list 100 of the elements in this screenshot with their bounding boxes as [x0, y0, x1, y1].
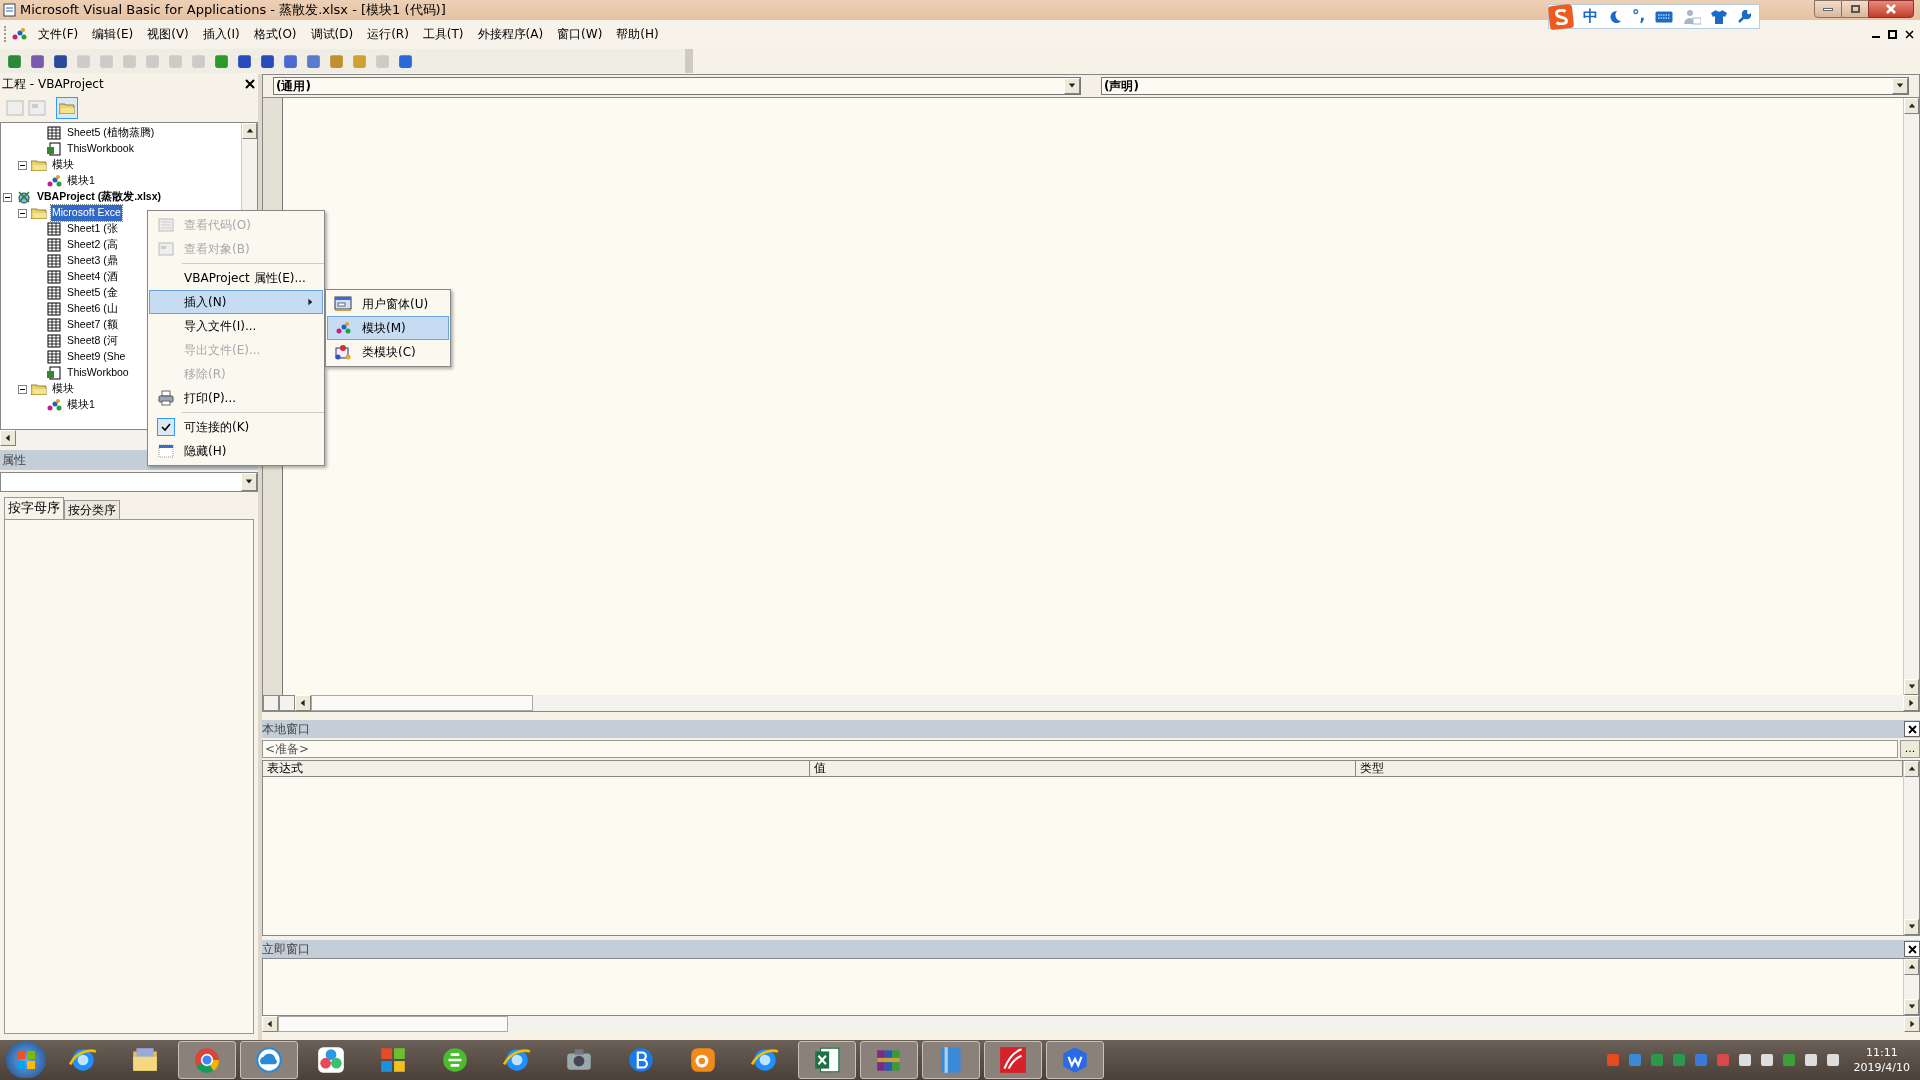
menu-item[interactable]: 隐藏(H): [149, 439, 323, 463]
scroll-thumb[interactable]: [278, 1016, 508, 1032]
tab[interactable]: 按分类序: [64, 500, 120, 519]
tree-item[interactable]: Sheet7 (额: [66, 317, 119, 333]
procedure-combo[interactable]: (声明): [1101, 77, 1909, 95]
moon-icon[interactable]: [1608, 9, 1622, 24]
scroll-up-button[interactable]: [242, 123, 257, 139]
menu-item[interactable]: 调试(D): [303, 25, 361, 43]
toolbar-button-icon[interactable]: [397, 52, 414, 70]
close-button[interactable]: [1904, 721, 1920, 737]
close-button[interactable]: [1904, 941, 1920, 957]
taskbar-app-button[interactable]: [1046, 1041, 1104, 1079]
scroll-up-button[interactable]: [1904, 959, 1919, 975]
wrench-icon[interactable]: [1737, 9, 1752, 24]
menu-item[interactable]: 用户窗体(U): [327, 292, 449, 316]
toolbar-button-icon[interactable]: [6, 52, 23, 70]
tray-icon[interactable]: [1781, 1053, 1796, 1067]
tree-item[interactable]: ThisWorkbook: [66, 141, 135, 157]
column-header[interactable]: 表达式: [263, 761, 810, 777]
tree-item[interactable]: Sheet1 (张: [66, 221, 119, 237]
scroll-down-button[interactable]: [1904, 679, 1919, 695]
menu-item[interactable]: 打印(P)...: [149, 386, 323, 410]
vertical-scrollbar[interactable]: [1903, 761, 1919, 935]
taskbar-app-button[interactable]: [860, 1041, 918, 1079]
restore-button[interactable]: [1888, 29, 1897, 39]
scroll-down-button[interactable]: [1904, 999, 1919, 1015]
menu-item[interactable]: 可连接的(K): [149, 415, 323, 439]
clock-date[interactable]: 2019/4/10: [1853, 1060, 1910, 1075]
tree-item[interactable]: Sheet3 (鼎: [66, 253, 119, 269]
collapse-toggle[interactable]: [18, 208, 27, 218]
collapse-toggle[interactable]: [18, 384, 27, 394]
shirt-icon[interactable]: [1711, 9, 1728, 24]
tree-item[interactable]: Sheet5 (植物蒸腾): [66, 125, 156, 141]
menu-item[interactable]: VBAProject 属性(E)...: [149, 266, 323, 290]
scroll-thumb[interactable]: [311, 695, 533, 711]
dropdown-button[interactable]: [1892, 78, 1908, 94]
tray-icon[interactable]: [1825, 1053, 1840, 1067]
scroll-right-button[interactable]: [1904, 1016, 1920, 1032]
collapse-toggle[interactable]: [18, 160, 27, 170]
procedure-view-icon[interactable]: [263, 695, 279, 711]
ime-mode-button[interactable]: °,: [1632, 5, 1646, 28]
scroll-up-button[interactable]: [1904, 98, 1919, 114]
keyboard-icon[interactable]: [1655, 10, 1674, 23]
toolbar-button-icon[interactable]: [29, 52, 46, 70]
dropdown-button[interactable]: [241, 473, 257, 491]
tray-icon[interactable]: [1759, 1053, 1774, 1067]
tree-item[interactable]: Sheet9 (She: [66, 349, 127, 365]
tree-item[interactable]: Sheet2 (高: [66, 237, 119, 253]
menu-item[interactable]: 格式(O): [246, 25, 304, 43]
vertical-scrollbar[interactable]: [1903, 959, 1919, 1015]
scroll-left-button[interactable]: [0, 430, 16, 446]
menu-item[interactable]: 工具(T): [415, 25, 471, 43]
tray-icon[interactable]: [1803, 1053, 1818, 1067]
ime-mode-button[interactable]: 中: [1583, 5, 1598, 28]
menu-item[interactable]: 编辑(E): [85, 25, 141, 43]
maximize-button[interactable]: [1842, 0, 1868, 18]
toolbar-button-icon[interactable]: [259, 52, 276, 70]
scroll-up-button[interactable]: [1904, 761, 1919, 777]
tree-item[interactable]: Sheet6 (山: [66, 301, 119, 317]
menu-item[interactable]: 插入(N): [149, 290, 323, 314]
tree-item[interactable]: 模块: [51, 157, 75, 173]
scroll-left-button[interactable]: [262, 1016, 278, 1032]
menu-item[interactable]: 运行(R): [360, 25, 416, 43]
column-header[interactable]: 值: [809, 761, 1357, 777]
tree-item[interactable]: Microsoft Exce: [51, 205, 122, 221]
tray-icon[interactable]: [1737, 1053, 1752, 1067]
menu-item[interactable]: 视图(V): [140, 25, 196, 43]
toolbar-button-icon[interactable]: [282, 52, 299, 70]
menu-item[interactable]: 导入文件(I)...: [149, 314, 323, 338]
menu-item[interactable]: 窗口(W): [550, 25, 610, 43]
taskbar-app-button[interactable]: [798, 1041, 856, 1079]
close-button[interactable]: [1868, 0, 1914, 18]
menu-item[interactable]: 帮助(H): [609, 25, 666, 43]
dropdown-button[interactable]: [1064, 78, 1080, 94]
scroll-right-button[interactable]: [1903, 695, 1919, 711]
scroll-down-button[interactable]: [1904, 919, 1919, 935]
tree-item[interactable]: ThisWorkboo: [66, 365, 130, 381]
tree-item[interactable]: 模块1: [66, 397, 96, 413]
clock-time[interactable]: 11:11: [1865, 1045, 1898, 1060]
scroll-left-button[interactable]: [295, 695, 311, 711]
tree-item[interactable]: Sheet4 (酒: [66, 269, 119, 285]
toolbar-button-icon[interactable]: [213, 52, 230, 70]
start-button[interactable]: [6, 1042, 46, 1078]
toolbar-button-icon[interactable]: [52, 52, 69, 70]
collapse-toggle[interactable]: [3, 192, 12, 202]
close-icon[interactable]: [244, 78, 256, 90]
toggle-folders-button[interactable]: [56, 97, 78, 119]
tree-item[interactable]: VBAProject (蒸散发.xlsx): [36, 189, 163, 205]
call-stack-button[interactable]: ...: [1900, 740, 1920, 758]
close-icon[interactable]: [1905, 29, 1914, 39]
tab[interactable]: 按字母序: [4, 497, 64, 519]
menu-item[interactable]: 模块(M): [327, 316, 449, 340]
column-header[interactable]: 类型: [1356, 761, 1903, 777]
taskbar-app-button[interactable]: [984, 1041, 1042, 1079]
vertical-scrollbar[interactable]: [1903, 98, 1919, 695]
tree-item[interactable]: Sheet8 (河: [66, 333, 119, 349]
menu-item[interactable]: 外接程序(A): [470, 25, 551, 43]
menu-item[interactable]: 插入(I): [195, 25, 247, 43]
object-combo[interactable]: (通用): [273, 77, 1081, 95]
tree-item[interactable]: 模块1: [66, 173, 96, 189]
